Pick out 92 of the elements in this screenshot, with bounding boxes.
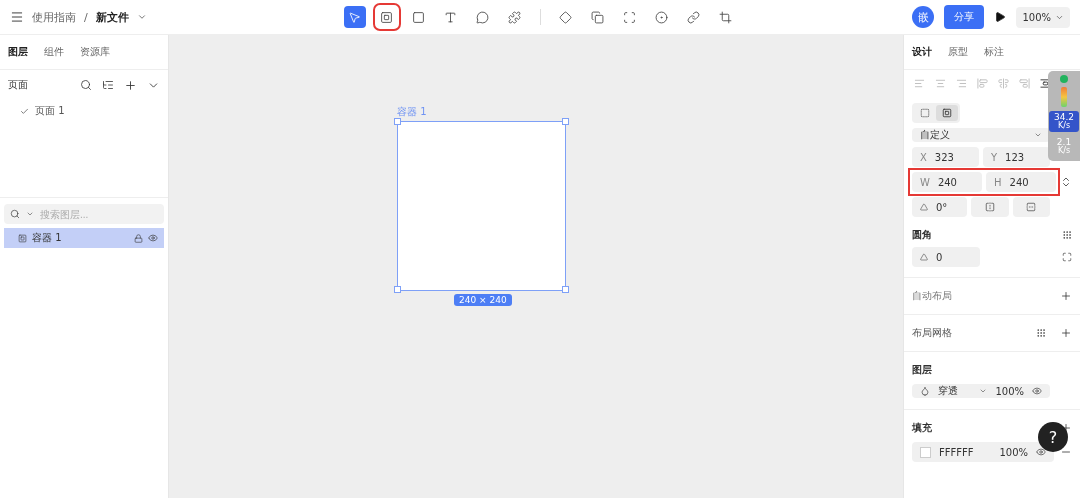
panel-tab[interactable]: 设计 — [912, 45, 932, 59]
fill-field[interactable]: FFFFFF 100% — [912, 442, 1054, 462]
lock-icon — [134, 233, 143, 243]
layer-search-field[interactable]: 搜索图层... — [40, 208, 140, 220]
help-button[interactable]: ? — [1038, 422, 1068, 452]
search-icon — [10, 209, 20, 219]
search-icon — [80, 79, 92, 91]
plus-icon — [1060, 327, 1072, 339]
play-icon — [994, 11, 1007, 23]
overlap-icon — [591, 10, 604, 24]
chevron-down-icon — [979, 387, 988, 395]
align-icon — [1019, 78, 1030, 89]
check-icon — [20, 106, 29, 116]
droplet-icon — [920, 386, 930, 396]
panel-tab[interactable]: 资源库 — [80, 45, 110, 59]
frame-icon — [942, 108, 952, 118]
flip-button[interactable] — [1012, 197, 1050, 217]
align-icon — [1040, 78, 1051, 89]
chevron-down-icon — [136, 12, 147, 22]
menu-icon — [10, 10, 24, 24]
breadcrumb-link[interactable]: 使用指南 — [32, 9, 76, 25]
flip-icon — [984, 202, 995, 212]
align-icon — [914, 78, 925, 89]
layer-item[interactable]: 容器 1 — [4, 228, 164, 248]
meter-icon — [1061, 87, 1067, 107]
upload-speed: 34.2 K/s — [1049, 111, 1079, 132]
size-field[interactable]: W 240 — [912, 172, 982, 192]
align-icon — [977, 78, 988, 89]
pointer-icon — [348, 10, 361, 24]
share-button[interactable]: 分享 — [944, 5, 985, 29]
panel-tab[interactable]: 组件 — [44, 45, 64, 59]
file-name[interactable]: 新文件 — [95, 9, 129, 25]
align-icon — [935, 78, 946, 89]
eye-icon — [148, 233, 158, 243]
grid-icon — [1036, 328, 1046, 338]
flip-icon — [1026, 202, 1037, 212]
size-field[interactable]: H 240 — [986, 172, 1056, 192]
frame-icon — [18, 233, 27, 243]
section-title: 圆角 — [912, 228, 932, 242]
link-icon — [687, 10, 700, 24]
chevron-down-icon — [26, 210, 34, 218]
color-swatch — [920, 446, 931, 458]
status-dot-icon — [1060, 75, 1068, 83]
square-icon — [412, 10, 425, 24]
speech-bubble-icon — [476, 10, 489, 24]
align-icon — [998, 78, 1009, 89]
tool-button[interactable] — [375, 6, 398, 28]
resize-handle[interactable] — [562, 286, 569, 293]
avatar: 嵌 — [912, 6, 935, 28]
diamond-icon — [559, 10, 572, 24]
puzzle-icon — [508, 10, 521, 24]
expand-icon — [1062, 252, 1072, 262]
frame-label: 容器 1 — [397, 105, 427, 119]
position-field[interactable]: X 323 — [912, 147, 979, 167]
crop-icon — [719, 10, 732, 24]
tool-button[interactable] — [343, 6, 366, 28]
panel-tab[interactable]: 图层 — [8, 45, 28, 59]
section-title: 图层 — [912, 363, 933, 377]
resize-handle[interactable] — [562, 118, 569, 125]
radius-field[interactable]: 0 — [912, 247, 980, 267]
container-frame[interactable] — [397, 121, 566, 291]
position-field[interactable]: Y 123 — [983, 147, 1050, 167]
frame-icon — [380, 10, 393, 24]
plus-icon — [124, 78, 137, 92]
download-speed: 2.1 K/s — [1055, 136, 1073, 157]
panel-tab[interactable]: 标注 — [984, 45, 1004, 59]
eye-icon — [1032, 386, 1042, 396]
rotation-field[interactable]: 0° — [912, 197, 968, 217]
align-icon — [956, 78, 967, 89]
mode-toggle[interactable] — [936, 105, 958, 121]
zoom-dropdown[interactable]: 100% — [1016, 6, 1070, 28]
flip-button[interactable] — [971, 197, 1009, 217]
search-bar[interactable]: 搜索图层... — [4, 204, 164, 224]
plus-icon — [1060, 290, 1072, 302]
list-icon — [102, 79, 114, 91]
text-icon — [444, 10, 457, 24]
preset-dropdown[interactable]: 自定义 — [912, 128, 1050, 142]
eye-icon — [1036, 447, 1046, 457]
resize-handle[interactable] — [394, 286, 401, 293]
breadcrumb-separator: / — [84, 10, 88, 24]
blend-field[interactable]: 穿透 100% — [912, 384, 1050, 398]
chevron-down-icon — [1034, 131, 1042, 139]
dashed-square-icon — [920, 108, 930, 118]
section-title: 自动布局 — [912, 289, 952, 303]
section-title: 页面 — [8, 78, 28, 92]
page-item[interactable]: 页面 1 — [0, 100, 168, 122]
section-title: 填充 — [912, 421, 932, 435]
ratio-lock-icon — [1060, 176, 1072, 188]
section-title: 布局网格 — [912, 326, 952, 340]
panel-tab[interactable]: 原型 — [948, 45, 968, 59]
size-badge: 240 × 240 — [454, 294, 512, 306]
resize-handle[interactable] — [394, 118, 401, 125]
